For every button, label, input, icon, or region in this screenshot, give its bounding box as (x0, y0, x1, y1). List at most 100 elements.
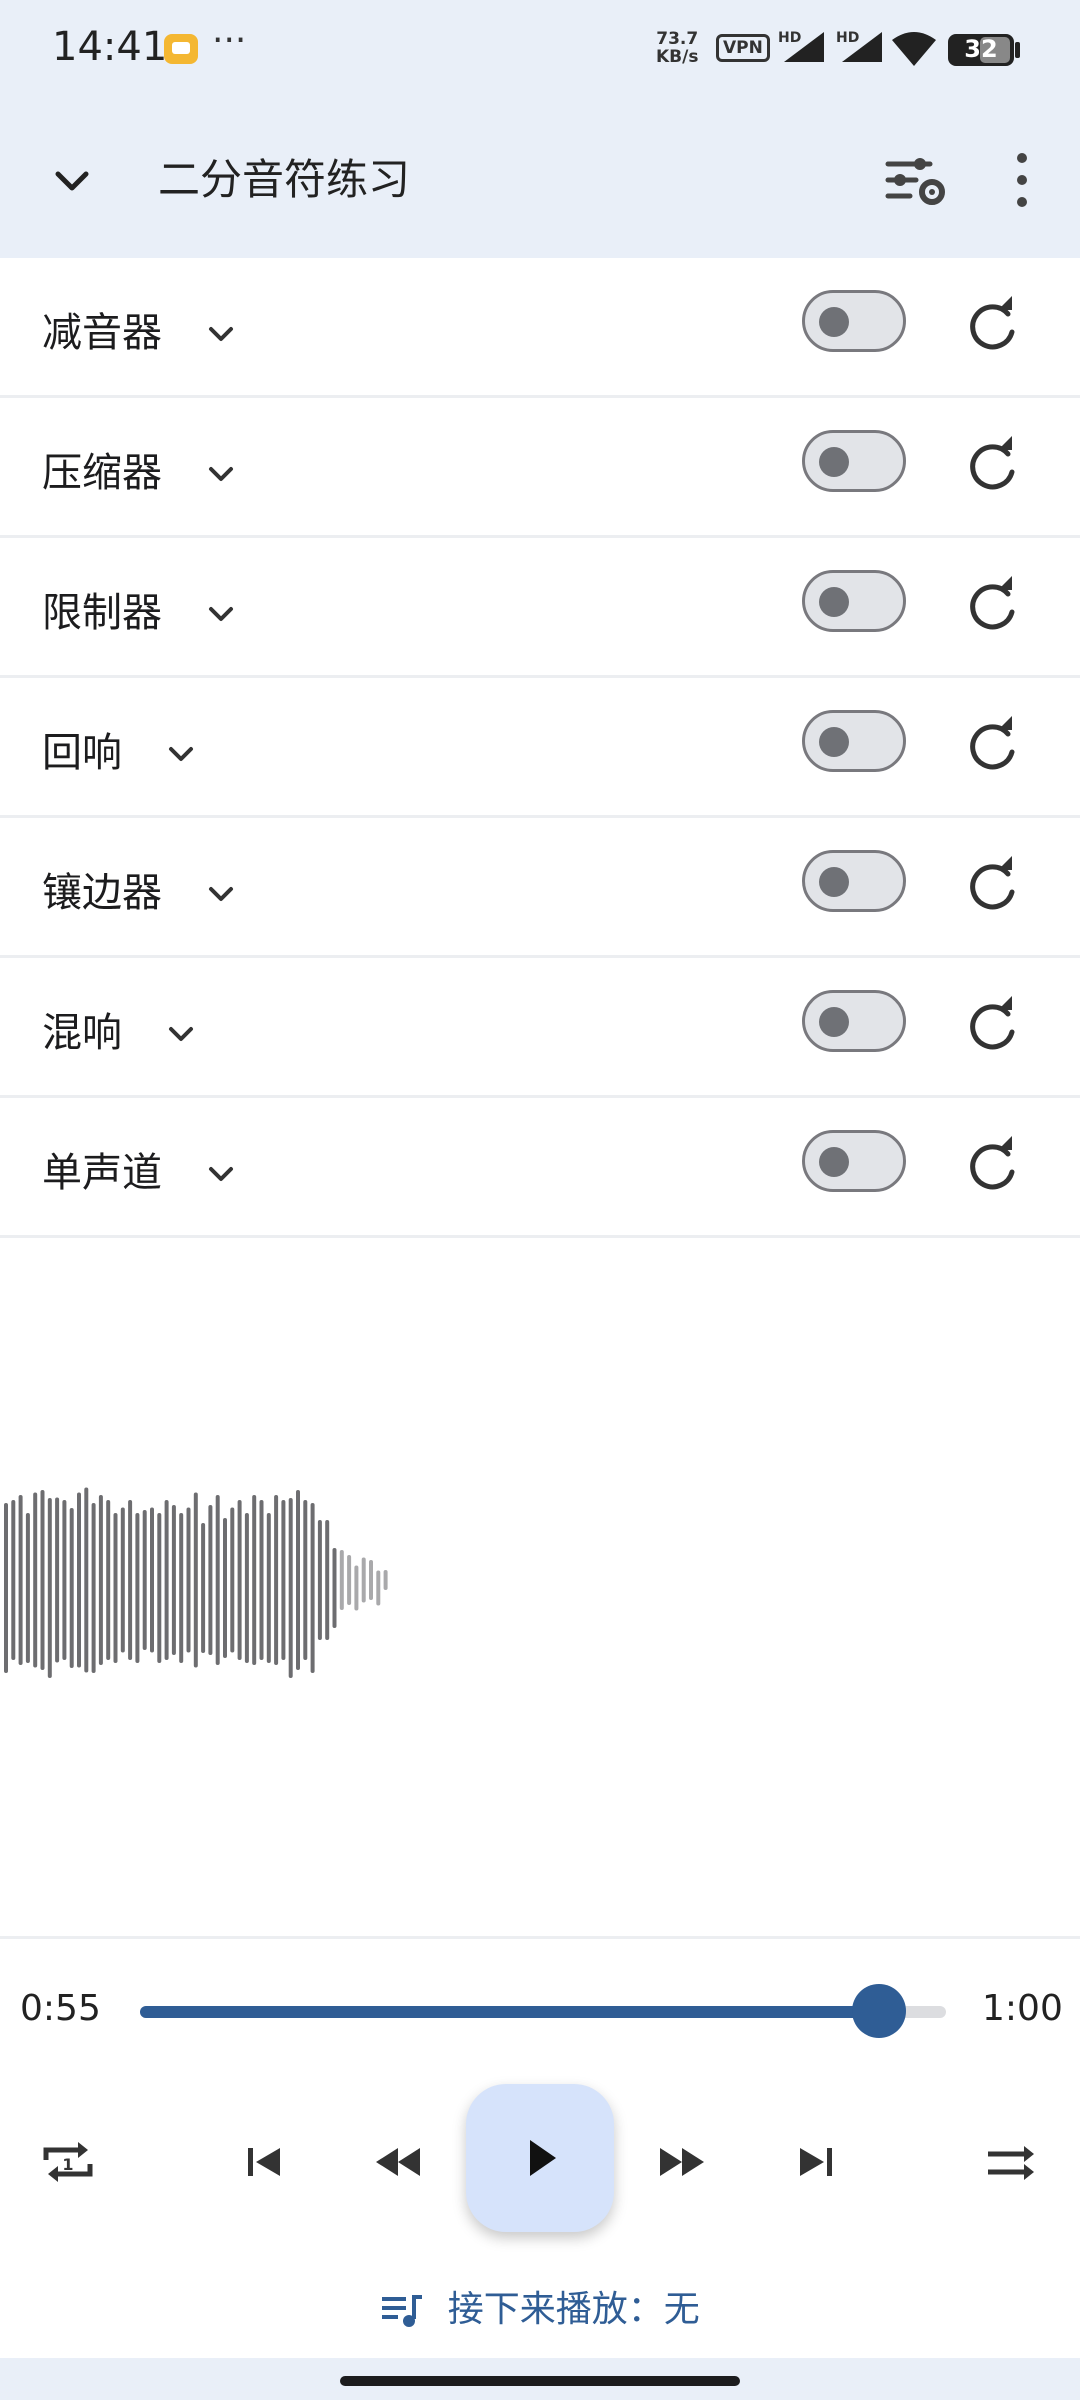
waveform-bar (230, 1507, 235, 1653)
chevron-down-icon (208, 887, 233, 901)
waveform-bar (193, 1492, 198, 1668)
status-bar: 14:41 ··· 73.7 KB/s VPN HD HD 32 (0, 0, 1080, 100)
effect-toggle-3[interactable] (802, 710, 906, 772)
more-options-button[interactable] (990, 144, 1054, 216)
previous-track-button[interactable] (228, 2126, 300, 2198)
effect-label: 单声道 (42, 1150, 162, 1196)
waveform-bar (208, 1505, 213, 1655)
waveform-bar (281, 1500, 286, 1660)
waveform-bar (91, 1503, 96, 1673)
waveform-bar (4, 1503, 8, 1673)
network-speed-unit: KB/s (656, 47, 699, 67)
home-gesture-handle[interactable] (340, 2376, 740, 2386)
repeat-one-button[interactable]: 1 (32, 2126, 104, 2198)
next-track-button[interactable] (780, 2126, 852, 2198)
effect-expand-5[interactable]: 混响 (42, 1000, 201, 1058)
status-time: 14:41 (52, 24, 168, 70)
skip-previous-icon (248, 2148, 280, 2176)
effect-reset-4[interactable] (962, 854, 1026, 918)
waveform-bar (369, 1560, 373, 1600)
rewind-icon (376, 2148, 420, 2176)
waveform-bar (120, 1507, 125, 1653)
effect-reset-6[interactable] (962, 1134, 1026, 1198)
navigation-bar (0, 2358, 1080, 2400)
effect-toggle-1[interactable] (802, 430, 906, 492)
effect-reset-3[interactable] (962, 714, 1026, 778)
seek-thumb[interactable] (852, 1984, 907, 2038)
effect-expand-4[interactable]: 镶边器 (42, 860, 241, 918)
more-vert-icon (1017, 153, 1027, 207)
waveform-bar (84, 1487, 89, 1673)
effect-label: 混响 (42, 1010, 122, 1056)
chevron-down-icon (208, 467, 233, 481)
effect-row-0: 减音器 (0, 258, 1080, 398)
effect-expand-1[interactable]: 压缩器 (42, 440, 241, 498)
signal-icon-2 (838, 28, 886, 64)
effect-label: 压缩器 (42, 450, 162, 496)
chevron-down-icon (168, 747, 193, 761)
effect-toggle-0[interactable] (802, 290, 906, 352)
waveform-bar (33, 1492, 38, 1668)
chevron-down-icon (208, 327, 233, 341)
seek-bar-progress (140, 2006, 880, 2018)
effect-expand-2[interactable]: 限制器 (42, 580, 241, 638)
waveform-bar (201, 1523, 206, 1653)
waveform-bar (128, 1500, 133, 1660)
waveform-bar (215, 1495, 220, 1665)
equalizer-settings-button[interactable] (880, 144, 952, 216)
play-button[interactable] (466, 2084, 614, 2232)
wifi-icon (890, 30, 938, 72)
collapse-button[interactable] (40, 150, 104, 214)
waveform-bar (186, 1507, 191, 1653)
effect-reset-0[interactable] (962, 294, 1026, 358)
waveform-bar (55, 1497, 60, 1663)
waveform-bar (266, 1513, 271, 1663)
seek-bar[interactable] (140, 2006, 946, 2018)
app-bar: 二分音符练习 (0, 100, 1080, 258)
shuffle-button[interactable] (976, 2126, 1048, 2198)
effect-toggle-2[interactable] (802, 570, 906, 632)
waveform-bar (223, 1518, 227, 1658)
waveform-bar (274, 1495, 279, 1665)
effect-toggle-5[interactable] (802, 990, 906, 1052)
fast-forward-button[interactable] (646, 2126, 718, 2198)
effect-label: 镶边器 (42, 870, 162, 916)
refresh-icon (970, 576, 1015, 630)
waveform-bar (317, 1520, 322, 1640)
refresh-icon (970, 436, 1015, 490)
effect-reset-5[interactable] (962, 994, 1026, 1058)
waveform-bar (11, 1500, 16, 1660)
repeat-one-icon: 1 (43, 2142, 93, 2182)
waveform-bar (339, 1550, 344, 1610)
effect-row-6: 单声道 (0, 1098, 1080, 1238)
waveform-bar (361, 1557, 366, 1603)
up-next[interactable]: 接下来播放：无 (0, 2280, 1080, 2332)
effect-expand-6[interactable]: 单声道 (42, 1140, 241, 1198)
effect-label: 限制器 (42, 590, 162, 636)
effect-reset-1[interactable] (962, 434, 1026, 498)
effect-row-1: 压缩器 (0, 398, 1080, 538)
up-next-label: 接下来播放：无 (447, 2289, 700, 2330)
rewind-button[interactable] (362, 2126, 434, 2198)
effect-expand-0[interactable]: 减音器 (42, 300, 241, 358)
effect-toggle-6[interactable] (802, 1130, 906, 1192)
waveform-bar (171, 1505, 176, 1655)
waveform-bar (77, 1492, 81, 1668)
effect-row-3: 回响 (0, 678, 1080, 818)
waveform-bar (354, 1565, 359, 1611)
waveform-bar (332, 1548, 337, 1628)
effect-reset-2[interactable] (962, 574, 1026, 638)
waveform-bar (47, 1498, 52, 1678)
effect-expand-3[interactable]: 回响 (42, 720, 201, 778)
waveform-bar (157, 1513, 162, 1663)
refresh-icon (970, 996, 1015, 1050)
waveform-bar (106, 1500, 111, 1660)
effect-label: 回响 (42, 730, 122, 776)
page-title: 二分音符练习 (158, 155, 411, 204)
vpn-icon: VPN (716, 34, 770, 62)
waveform-bar (25, 1513, 30, 1663)
effect-toggle-4[interactable] (802, 850, 906, 912)
chevron-down-icon (208, 607, 233, 621)
waveform-bar (164, 1500, 169, 1660)
waveform-bar (325, 1520, 330, 1640)
